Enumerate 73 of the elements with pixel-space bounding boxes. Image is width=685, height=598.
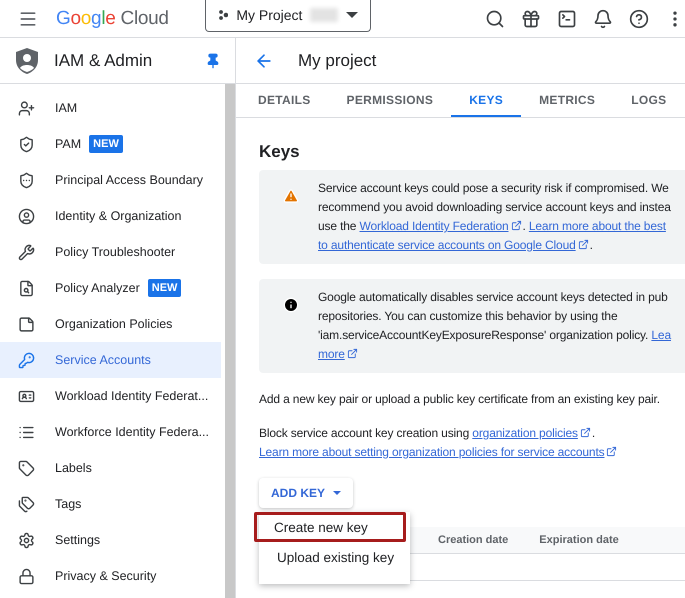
section-heading: Keys bbox=[259, 142, 301, 162]
sidebar-item[interactable]: Policy Analyzer NEW bbox=[0, 270, 221, 306]
sidebar-item[interactable]: IAM bbox=[0, 90, 221, 126]
gear-icon bbox=[18, 532, 35, 548]
page-title: My project bbox=[298, 50, 376, 70]
dropdown-caret-icon bbox=[333, 491, 342, 495]
sidebar-item[interactable]: Privacy & Security bbox=[0, 558, 221, 594]
lock-icon bbox=[18, 568, 35, 584]
tag-icon bbox=[18, 460, 35, 476]
sidebar-item[interactable]: Tags bbox=[0, 486, 221, 522]
column-header: Creation date bbox=[438, 534, 508, 546]
organization-policies-link[interactable]: organization policies bbox=[472, 426, 592, 440]
add-key-button[interactable]: ADD KEY bbox=[259, 478, 354, 508]
menu-item[interactable]: Create new key bbox=[254, 512, 406, 542]
tab[interactable]: LOGS bbox=[613, 84, 684, 117]
google-cloud-logo[interactable]: Google Cloud bbox=[56, 8, 169, 30]
link[interactable]: Workload Identity Federation bbox=[360, 219, 522, 233]
shield-icon bbox=[18, 136, 35, 152]
column-header: Expiration date bbox=[539, 534, 619, 546]
external-link-icon bbox=[346, 348, 358, 359]
dropdown-caret-icon bbox=[346, 12, 358, 18]
tag-icon bbox=[18, 496, 35, 512]
warning-icon bbox=[283, 188, 299, 204]
tab[interactable]: DETAILS bbox=[240, 84, 329, 117]
gift-icon[interactable] bbox=[521, 8, 541, 28]
sidebar-item[interactable]: PAM NEW bbox=[0, 126, 221, 162]
sidebar-item[interactable]: Identity & Organization bbox=[0, 198, 221, 234]
sidebar-item[interactable]: Workforce Identity Federa... bbox=[0, 414, 221, 450]
key-icon bbox=[18, 352, 35, 368]
sidebar-item[interactable]: Principal Access Boundary bbox=[0, 162, 221, 198]
sidebar-item[interactable]: Organization Policies bbox=[0, 306, 221, 342]
bell-icon[interactable] bbox=[593, 8, 613, 28]
sidebar-item[interactable]: Policy Troubleshooter bbox=[0, 234, 221, 270]
project-selector[interactable]: My Project bbox=[204, 0, 371, 32]
wrench-icon bbox=[18, 244, 35, 260]
shield-person-icon bbox=[14, 46, 40, 74]
redacted-block bbox=[310, 8, 338, 22]
note-icon bbox=[18, 316, 35, 332]
learn-more-link[interactable]: Learn more about setting organization policies for service accounts bbox=[259, 445, 618, 459]
terminal-icon[interactable] bbox=[557, 8, 577, 28]
sidebar-item[interactable]: Settings bbox=[0, 522, 221, 558]
tab[interactable]: PERMISSIONS bbox=[328, 84, 452, 117]
sidebar-item[interactable]: Labels bbox=[0, 450, 221, 486]
search-icon[interactable] bbox=[485, 8, 505, 28]
tab[interactable]: METRICS bbox=[521, 84, 614, 117]
sidebar-title: IAM & Admin bbox=[54, 50, 154, 70]
project-dots-icon bbox=[218, 8, 228, 22]
menu-item[interactable]: Upload existing key bbox=[259, 542, 410, 572]
external-link-icon bbox=[580, 427, 591, 438]
block-creation-text: Block service account key creation using organization policies . bbox=[259, 425, 596, 442]
new-badge: NEW bbox=[148, 279, 182, 297]
external-link-icon bbox=[578, 239, 589, 250]
tab[interactable]: KEYS bbox=[451, 84, 522, 117]
account-circle-icon bbox=[18, 208, 35, 224]
link[interactable]: more bbox=[318, 347, 359, 361]
person-add-icon bbox=[18, 100, 35, 116]
new-badge: NEW bbox=[89, 135, 123, 153]
pin-icon[interactable] bbox=[205, 52, 221, 68]
link[interactable]: to authenticate service accounts on Google Cloud bbox=[318, 238, 590, 252]
sidebar-item[interactable]: Service Accounts bbox=[0, 342, 221, 378]
help-icon[interactable] bbox=[629, 8, 649, 28]
document-search-icon bbox=[18, 280, 35, 296]
info-icon bbox=[283, 297, 299, 313]
link[interactable]: Learn more about the best bbox=[528, 219, 666, 233]
alert-text: Service account keys could pose a security risk if compromised. We recommend you avoid downloading service account keys and instea use the Workload Identity Federation . Learn more about the best to authenticate service accounts on Google Cloud . bbox=[318, 180, 671, 254]
scrollbar[interactable] bbox=[225, 84, 235, 598]
description-text: Add a new key pair or upload a public key certificate from an existing key pair. bbox=[259, 391, 661, 408]
sidebar-item[interactable]: Workload Identity Federat... bbox=[0, 378, 221, 414]
external-link-icon bbox=[510, 220, 522, 231]
alert-text: Google automatically disables service account keys detected in pub repositories. You can customize this behavior by using the 'iam.serviceAccountKeyExposureResponse' organization policy. Lea more bbox=[318, 289, 671, 363]
shield-icon bbox=[18, 172, 35, 188]
external-link-icon bbox=[606, 446, 618, 457]
link[interactable]: Lea bbox=[651, 328, 671, 342]
